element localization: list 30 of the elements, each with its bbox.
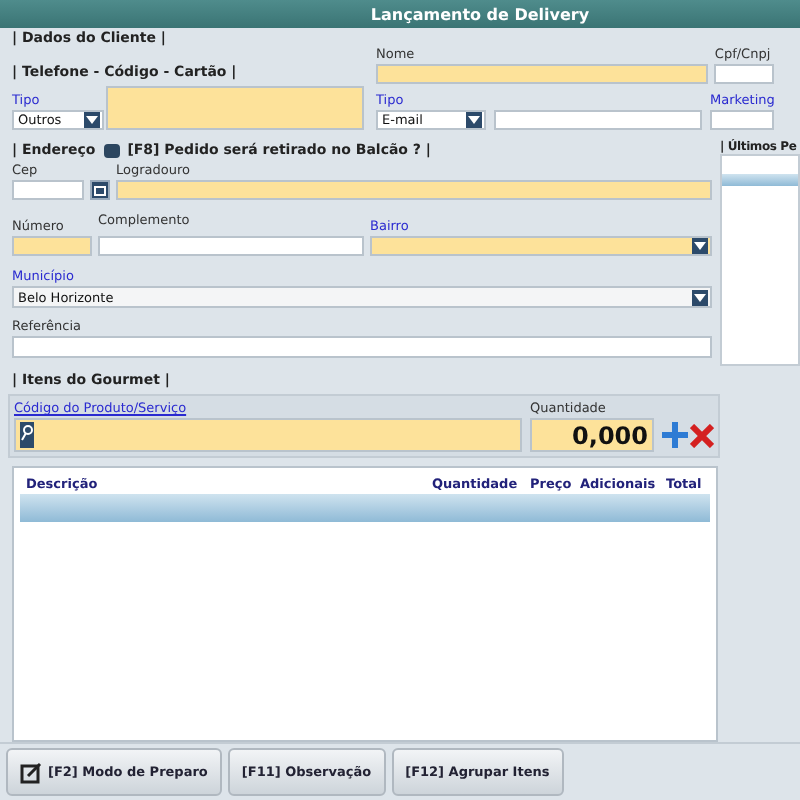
cep-search-button[interactable]: [90, 180, 110, 200]
dropdown-button[interactable]: [466, 112, 482, 128]
name-field[interactable]: [376, 64, 709, 84]
caret-icon: [694, 242, 706, 250]
dropdown-button[interactable]: [692, 289, 708, 305]
caret-icon: [468, 116, 480, 124]
complement-field[interactable]: [98, 236, 364, 256]
cep-field[interactable]: [12, 180, 84, 200]
table-row[interactable]: [20, 494, 710, 522]
quantity-field[interactable]: 0,000: [530, 418, 654, 452]
add-icon[interactable]: [662, 422, 688, 448]
contact-field[interactable]: [494, 110, 702, 130]
pickup-checkbox[interactable]: [103, 143, 120, 157]
street-field[interactable]: [116, 180, 712, 200]
cpf-field[interactable]: [714, 64, 775, 84]
product-code-field[interactable]: [14, 418, 522, 452]
reference-field[interactable]: [12, 336, 712, 358]
delete-icon[interactable]: [690, 423, 714, 447]
caret-icon: [86, 116, 98, 124]
dropdown-button[interactable]: [84, 112, 100, 128]
marketing-field[interactable]: [710, 110, 775, 130]
caret-icon: [694, 293, 706, 301]
phone-field[interactable]: [106, 86, 364, 130]
number-field[interactable]: [12, 236, 92, 256]
table-row[interactable]: [722, 174, 798, 186]
dropdown-button[interactable]: [692, 238, 708, 254]
search-icon: [20, 422, 34, 448]
window-title: Lançamento de Delivery: [0, 0, 800, 28]
district-select[interactable]: [370, 236, 712, 256]
edit-icon: [20, 761, 42, 783]
